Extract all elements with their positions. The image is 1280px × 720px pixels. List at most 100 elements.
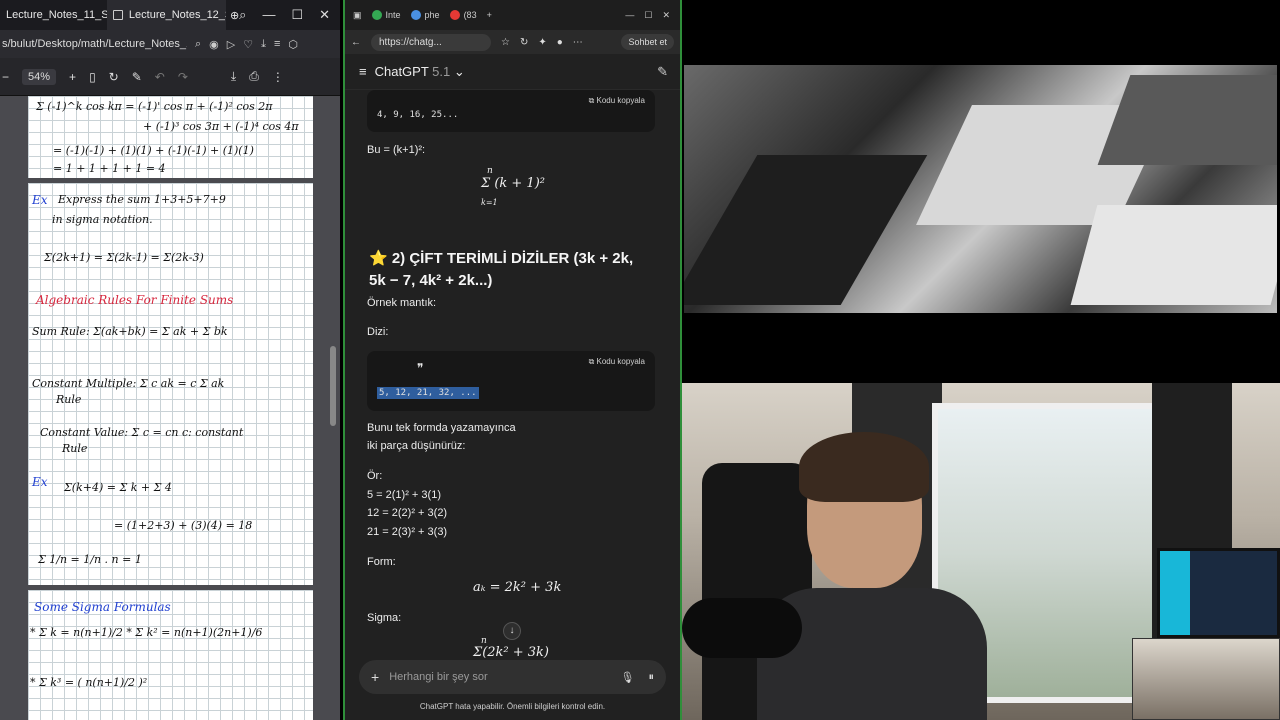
copy-label: Kodu kopyala bbox=[596, 96, 645, 105]
message-text: Dizi: bbox=[367, 326, 389, 338]
code-block: ⧉ Kodu kopyala 4, 9, 16, 25... bbox=[367, 90, 655, 132]
scroll-down-button[interactable]: ↓ bbox=[503, 622, 521, 640]
redo-icon[interactable]: ↷ bbox=[178, 70, 188, 84]
building-roof bbox=[684, 155, 928, 305]
menu-icon[interactable]: ≡ bbox=[274, 38, 280, 50]
streamer bbox=[757, 432, 987, 720]
youtube-icon bbox=[449, 10, 460, 20]
extensions-icon[interactable]: ✦ bbox=[538, 37, 546, 48]
message-text: Form: bbox=[367, 556, 396, 568]
handwriting-line: in sigma notation. bbox=[52, 213, 153, 226]
hair bbox=[799, 432, 929, 502]
zoom-out-icon[interactable]: − bbox=[2, 70, 9, 84]
back-icon[interactable]: ← bbox=[351, 37, 361, 48]
fit-page-icon[interactable]: ▯ bbox=[89, 70, 96, 84]
handwriting-line: Sum Rule: Σ(ak+bk) = Σ ak + Σ bk bbox=[32, 325, 228, 338]
message-text: 5 = 2(1)² + 3(1) bbox=[367, 489, 441, 501]
rotate-icon[interactable]: ↻ bbox=[109, 70, 119, 84]
tab-lecture-notes-12[interactable]: Lecture_Notes_12_Section bbox=[106, 0, 226, 30]
camera-icon[interactable]: ◉ bbox=[209, 38, 219, 51]
new-tab-icon[interactable]: + bbox=[487, 10, 492, 20]
microphone-icon[interactable]: 🎙 bbox=[621, 671, 635, 684]
microphone bbox=[682, 598, 802, 658]
new-tab-icon[interactable]: ⊕ bbox=[230, 9, 239, 22]
download-icon[interactable]: ⤓ bbox=[261, 38, 266, 51]
handwriting-line: Σ(2k+1) = Σ(2k-1) = Σ(2k-3) bbox=[44, 251, 204, 264]
section-title: Some Sigma Formulas bbox=[34, 600, 171, 614]
chat-messages[interactable]: ⧉ Kodu kopyala 4, 9, 16, 25... Bu = (k+1… bbox=[345, 90, 680, 660]
chat-address-bar: ← https://chatg... ☆ ↻ ✦ ● ⋯ Sohbet et bbox=[345, 30, 680, 54]
heart-icon[interactable]: ♡ bbox=[243, 38, 253, 51]
chatgpt-browser-window: ▣ Inte phe (83 + — ☐ ✕ ← https://chatg..… bbox=[343, 0, 682, 720]
disclaimer-text: ChatGPT hata yapabilir. Önemli bilgileri… bbox=[419, 702, 606, 711]
message-text: Bu = (k+1)²: bbox=[367, 144, 426, 156]
example-label: Ex bbox=[32, 193, 48, 207]
pdf-scrollbar[interactable] bbox=[330, 96, 338, 716]
message-text: iki parça düşünürüz: bbox=[367, 440, 466, 452]
voice-mode-icon[interactable]: ⏸ bbox=[649, 671, 655, 684]
draw-icon[interactable]: ✎ bbox=[132, 70, 142, 84]
message-text: Ör: bbox=[367, 470, 383, 482]
handwriting-line: Constant Multiple: Σ c ak = c Σ ak bbox=[32, 377, 225, 390]
chat-header: ≡ ChatGPT 5.1 ⌄ ✎ bbox=[345, 54, 680, 90]
google-icon bbox=[410, 10, 421, 20]
tab-lecture-notes-11[interactable]: Lecture_Notes_11_Section bbox=[0, 0, 107, 30]
sidebar-toggle-icon[interactable]: ≡ bbox=[359, 64, 367, 79]
webcam-feed bbox=[682, 383, 1280, 720]
search-icon[interactable]: ⌕ bbox=[195, 38, 201, 51]
section-heading: ⭐ 2) ÇİFT TERİMLİ DİZİLER (3k + 2k, 5k −… bbox=[369, 250, 634, 289]
address-input[interactable]: https://chatg... bbox=[371, 33, 491, 51]
close-icon[interactable]: ✕ bbox=[319, 7, 330, 23]
maximize-icon[interactable]: ☐ bbox=[644, 10, 652, 21]
sum-lower-limit: k=1 bbox=[481, 198, 498, 207]
extension-icon[interactable]: ⬡ bbox=[288, 38, 298, 51]
more-icon[interactable]: ⋮ bbox=[272, 70, 284, 84]
picture-in-picture bbox=[1132, 638, 1280, 720]
more-icon[interactable]: ⋯ bbox=[573, 37, 583, 48]
add-icon[interactable]: + bbox=[371, 669, 379, 685]
pdf-tab-bar: Lecture_Notes_11_Section Lecture_Notes_1… bbox=[0, 0, 340, 30]
zoom-in-icon[interactable]: + bbox=[69, 70, 76, 84]
handwriting-line: Σ 1/n = 1/n . n = 1 bbox=[38, 553, 142, 566]
pdf-toolbar: − 54% + ▯ ↻ ✎ ↶ ↷ ⤓ ⎙ ⋮ bbox=[0, 58, 340, 96]
minimize-icon[interactable]: — bbox=[625, 10, 634, 20]
model-selector[interactable]: ChatGPT 5.1 ⌄ bbox=[375, 64, 465, 80]
refresh-icon[interactable]: ↻ bbox=[520, 37, 528, 48]
zoom-level[interactable]: 54% bbox=[22, 68, 57, 85]
copilot-chat-button[interactable]: Sohbet et bbox=[621, 34, 674, 50]
pdf-file-icon bbox=[112, 10, 123, 20]
monitor-light bbox=[1160, 551, 1190, 635]
handwriting-line: + (-1)³ cos 3π + (-1)⁴ cos 4π bbox=[143, 120, 299, 133]
copy-code-button[interactable]: ⧉ Kodu kopyala bbox=[589, 96, 645, 106]
code-content[interactable]: 5, 12, 21, 32, ... bbox=[377, 387, 479, 399]
play-icon[interactable]: ▷ bbox=[227, 38, 235, 51]
save-icon[interactable]: ⤓ bbox=[231, 69, 236, 84]
search-icon[interactable]: ⌕ bbox=[239, 7, 246, 23]
pdf-page: Σ (-1)^k cos kπ = (-1)' cos π + (-1)² co… bbox=[28, 96, 313, 178]
pdf-address-bar: s/bulut/Desktop/math/Lecture_Notes_10_Se… bbox=[0, 30, 340, 58]
scrollbar-thumb[interactable] bbox=[330, 346, 336, 426]
handwriting-line: Rule bbox=[62, 442, 88, 455]
tab-actions-icon[interactable]: ▣ bbox=[353, 10, 362, 21]
close-icon[interactable]: ✕ bbox=[662, 10, 670, 21]
pdf-page: Some Sigma Formulas * Σ k = n(n+1)/2 * Σ… bbox=[28, 590, 313, 720]
address-input[interactable]: s/bulut/Desktop/math/Lecture_Notes_10_Se… bbox=[2, 38, 187, 50]
handwriting-line: * Σ k³ = ( n(n+1)/2 )² bbox=[30, 676, 148, 689]
tab-google[interactable]: phe bbox=[410, 10, 440, 20]
favorite-icon[interactable]: ☆ bbox=[501, 37, 510, 48]
maximize-icon[interactable]: ☐ bbox=[291, 7, 303, 23]
new-chat-icon[interactable]: ✎ bbox=[657, 64, 668, 80]
profile-avatar[interactable]: ● bbox=[557, 37, 563, 48]
tab-chatgpt[interactable]: Inte bbox=[371, 10, 401, 20]
undo-icon[interactable]: ↶ bbox=[155, 70, 165, 84]
chat-tab-bar: ▣ Inte phe (83 + — ☐ ✕ bbox=[345, 0, 680, 30]
message-text: 12 = 2(2)² + 3(2) bbox=[367, 507, 448, 519]
chat-input-bar[interactable]: + Herhangi bir şey sor 🎙 ⏸ bbox=[359, 660, 666, 694]
print-icon[interactable]: ⎙ bbox=[249, 69, 259, 84]
chat-input[interactable]: Herhangi bir şey sor bbox=[389, 671, 487, 683]
minimize-icon[interactable]: — bbox=[262, 7, 275, 23]
section-title: Algebraic Rules For Finite Sums bbox=[36, 293, 234, 307]
building-roof bbox=[1097, 75, 1277, 165]
copy-code-button[interactable]: ⧉ Kodu kopyala bbox=[589, 357, 645, 367]
tab-youtube[interactable]: (83 bbox=[449, 10, 477, 20]
